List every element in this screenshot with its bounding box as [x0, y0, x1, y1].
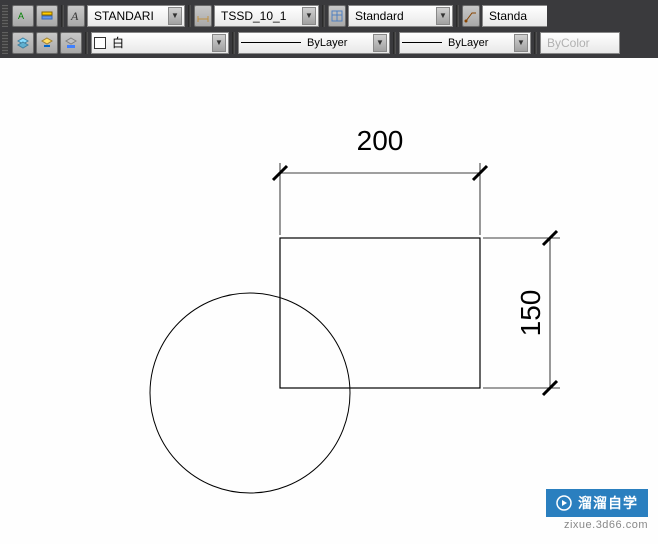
multileader-dropdown[interactable]: Standa: [482, 5, 547, 27]
separator: [85, 32, 88, 54]
text-a-icon: A: [69, 9, 83, 23]
flyout-button-1[interactable]: A: [12, 5, 34, 27]
linetype-dropdown[interactable]: ByLayer ▼: [238, 32, 390, 54]
toolbar-row-2: 白 ▼ ByLayer ▼ ByLayer ▼ ByColor: [2, 29, 656, 56]
drawing-svg: 200 150: [0, 58, 658, 539]
multileader-icon-button[interactable]: [462, 5, 480, 27]
svg-text:A: A: [70, 9, 79, 23]
plotstyle-dropdown[interactable]: ByColor: [540, 32, 620, 54]
svg-text:A: A: [18, 11, 24, 21]
dim-style-icon-button[interactable]: [194, 5, 212, 27]
layers-button[interactable]: [36, 5, 58, 27]
separator: [232, 32, 235, 54]
layer-iso-button[interactable]: [60, 32, 82, 54]
dim-horizontal-text: 200: [357, 125, 404, 156]
separator: [322, 5, 325, 27]
text-style-icon-button[interactable]: A: [67, 5, 85, 27]
chevron-down-icon: ▼: [212, 34, 226, 52]
separator: [534, 32, 537, 54]
plotstyle-value: ByColor: [543, 36, 617, 50]
watermark: 溜溜自学 zixue.3d66.com: [546, 489, 648, 531]
lineweight-dropdown[interactable]: ByLayer ▼: [399, 32, 531, 54]
layer-states-button[interactable]: [36, 32, 58, 54]
lineweight-sample-icon: [402, 42, 442, 43]
table-style-icon-button[interactable]: [328, 5, 346, 27]
separator: [456, 5, 459, 27]
dim-style-dropdown[interactable]: TSSD_10_1 ▼: [214, 5, 319, 27]
toolbar-grip[interactable]: [2, 32, 8, 54]
circle-shape: [150, 293, 350, 493]
multileader-value: Standa: [485, 9, 545, 23]
table-icon: [330, 9, 344, 23]
layers-icon: [40, 9, 54, 23]
chevron-down-icon: ▼: [373, 34, 387, 52]
multileader-icon: [464, 9, 478, 23]
abc-icon: A: [16, 9, 30, 23]
chevron-down-icon: ▼: [168, 7, 182, 25]
separator: [393, 32, 396, 54]
watermark-badge: 溜溜自学: [546, 489, 648, 517]
color-value: 白: [108, 34, 212, 51]
watermark-brand: 溜溜自学: [578, 493, 638, 513]
table-style-dropdown[interactable]: Standard ▼: [348, 5, 453, 27]
chevron-down-icon: ▼: [302, 7, 316, 25]
color-swatch-icon: [94, 37, 106, 49]
table-style-value: Standard: [351, 9, 436, 23]
toolbar-row-1: A A STANDARI ▼ TSS: [2, 2, 656, 29]
separator: [61, 5, 64, 27]
horizontal-dimension: 200: [273, 125, 487, 235]
chevron-down-icon: ▼: [436, 7, 450, 25]
watermark-url: zixue.3d66.com: [564, 519, 648, 531]
lineweight-value: ByLayer: [448, 37, 488, 49]
text-style-dropdown[interactable]: STANDARI ▼: [87, 5, 185, 27]
dim-vertical-text: 150: [515, 290, 546, 337]
linetype-value: ByLayer: [307, 37, 347, 49]
dimension-icon: [196, 9, 210, 23]
vertical-dimension: 150: [483, 231, 560, 395]
chevron-down-icon: ▼: [514, 34, 528, 52]
separator: [188, 5, 191, 27]
color-dropdown[interactable]: 白 ▼: [91, 32, 229, 54]
layer-props-button[interactable]: [12, 32, 34, 54]
layer-match-icon: [40, 36, 54, 50]
toolbar-area: A A STANDARI ▼ TSS: [0, 0, 658, 58]
line-sample-icon: [241, 42, 301, 43]
drawing-canvas[interactable]: 200 150 溜溜自学 zixue.3d66.com: [0, 58, 658, 539]
text-style-value: STANDARI: [90, 9, 168, 23]
layer-iso-icon: [64, 36, 78, 50]
play-icon: [556, 495, 572, 511]
toolbar-grip[interactable]: [2, 5, 8, 27]
dim-style-value: TSSD_10_1: [217, 9, 302, 23]
layer-stack-icon: [16, 36, 30, 50]
